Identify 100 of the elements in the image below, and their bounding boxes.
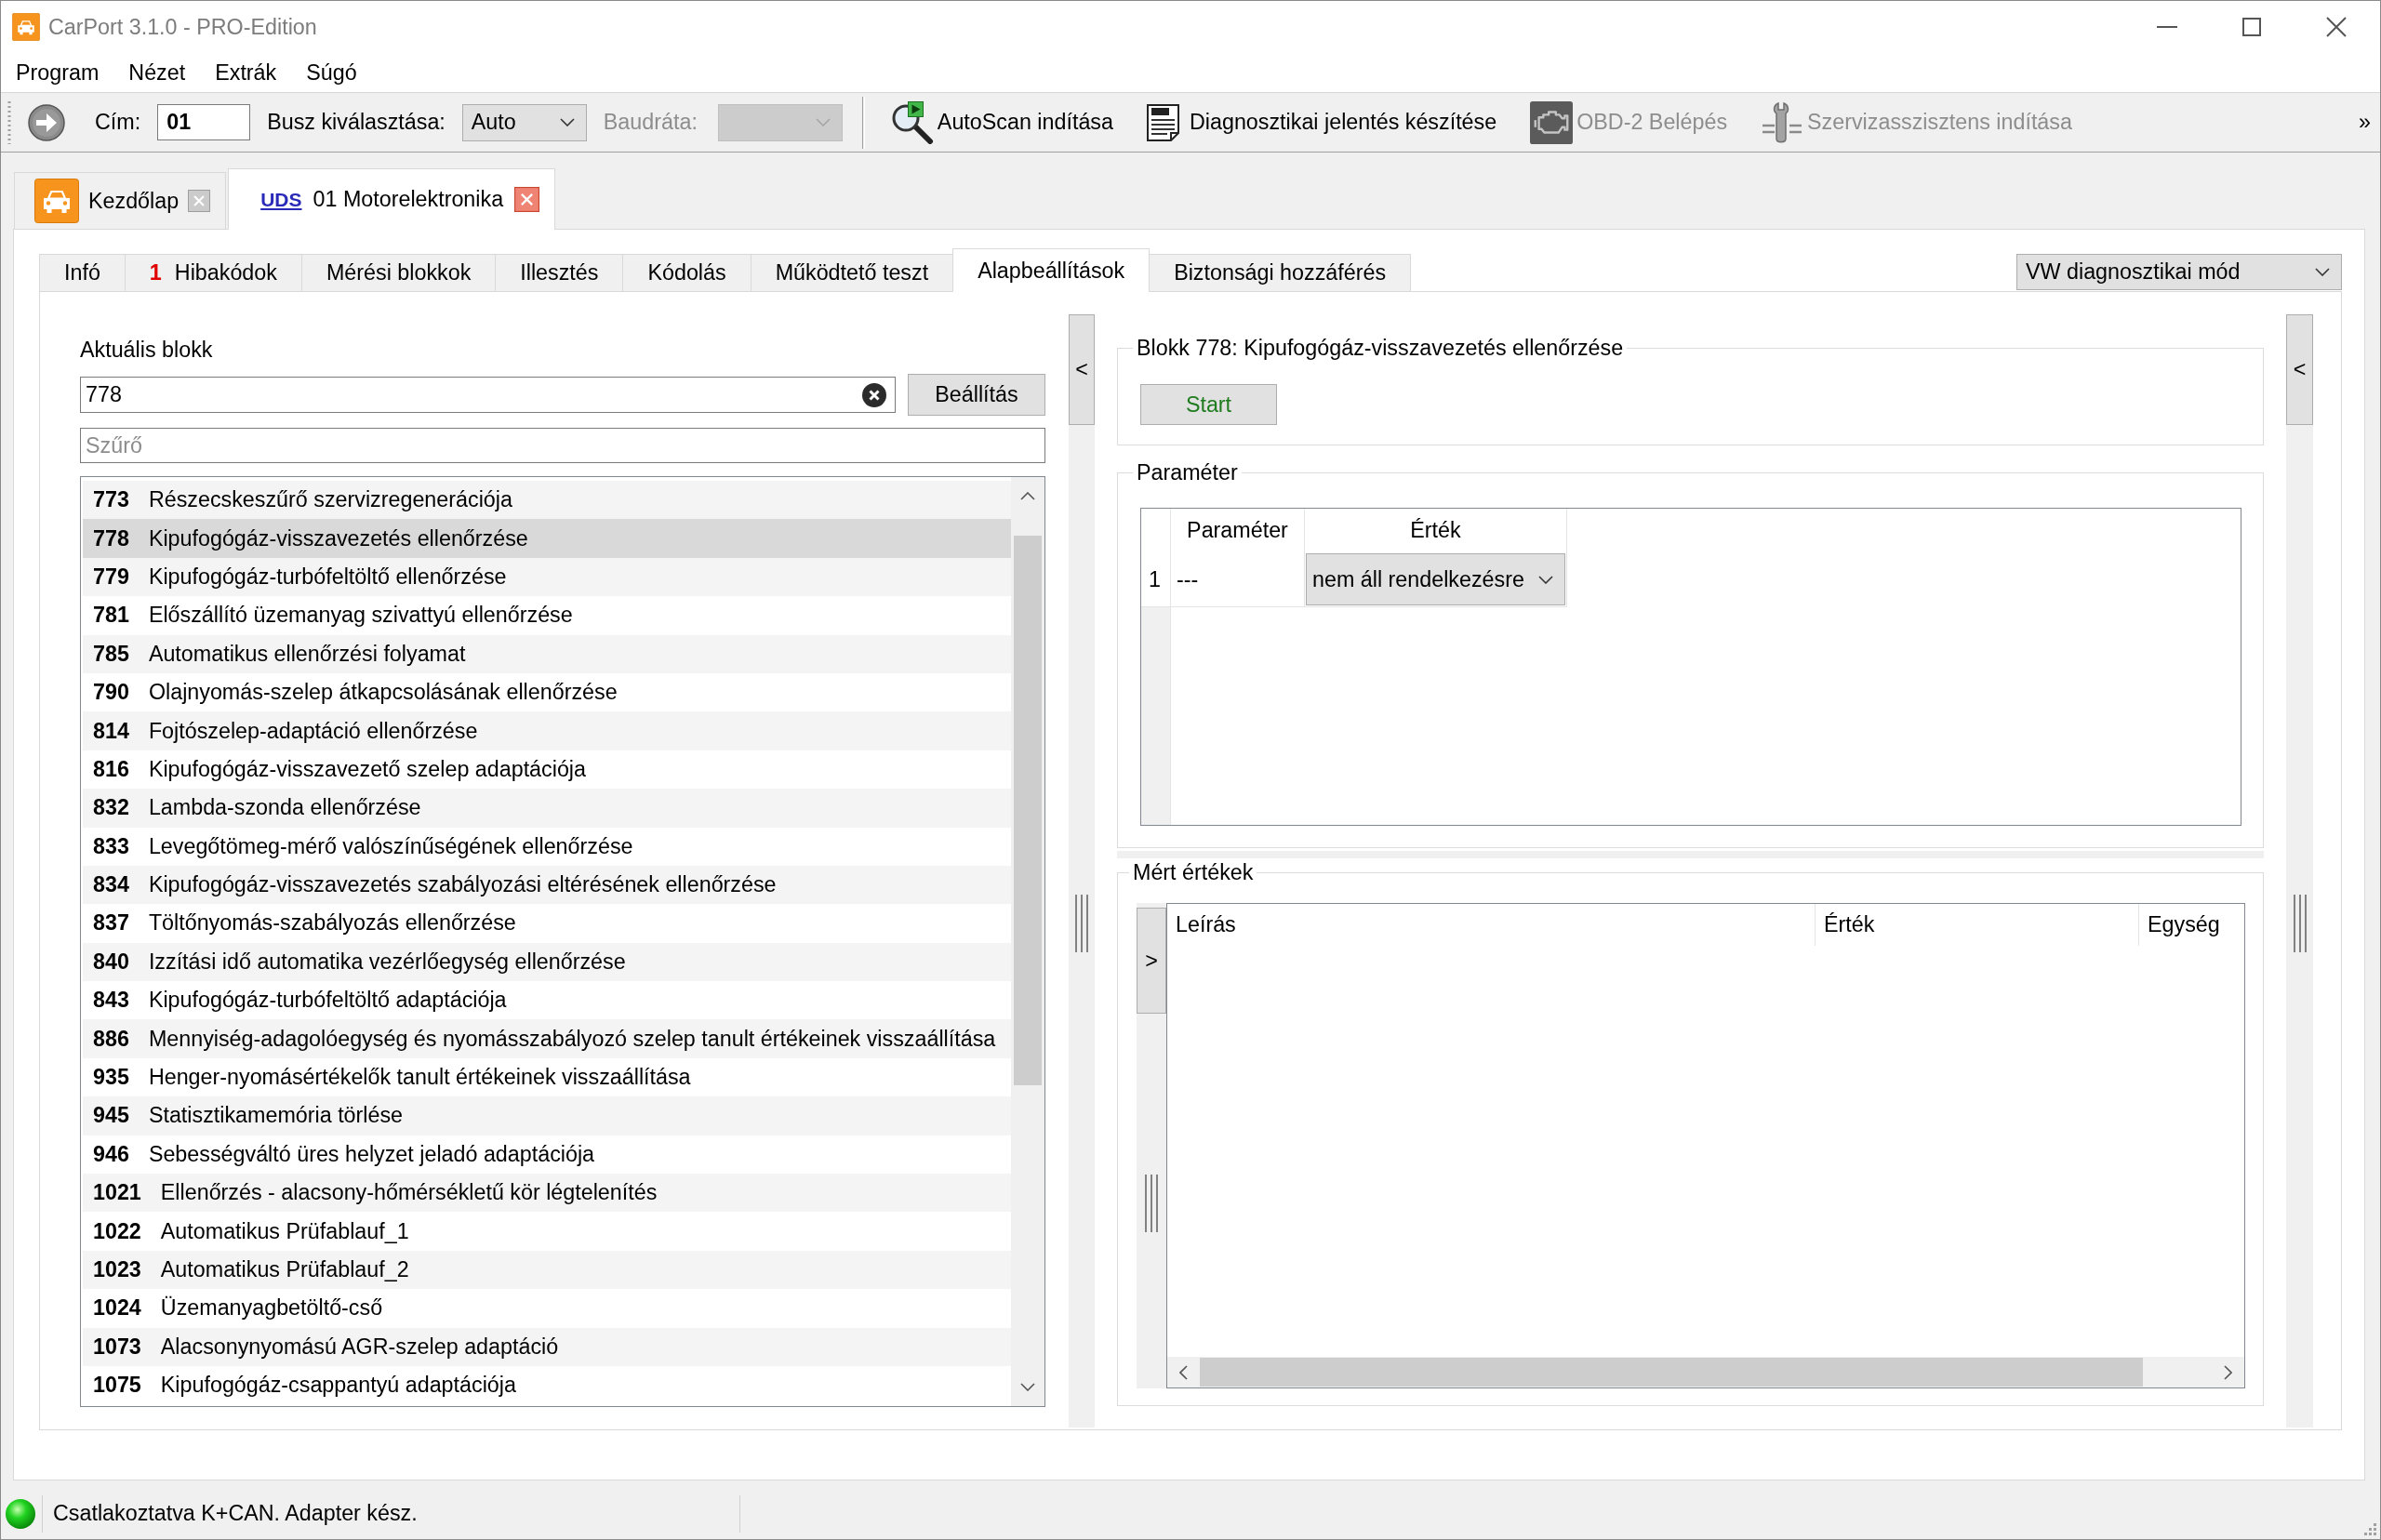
grip-icon[interactable] xyxy=(2293,895,2307,952)
block-number: 1022 xyxy=(93,1218,141,1244)
grip-icon[interactable] xyxy=(1145,1175,1158,1232)
address-field[interactable]: 01 xyxy=(157,104,251,140)
chevron-down-icon xyxy=(2315,268,2330,276)
block-number: 790 xyxy=(93,680,129,706)
list-item[interactable]: 840 Izzítási idő automatika vezérlőegység ellenőrzése xyxy=(83,942,1011,982)
block-name: Automatikus ellenőrzési folyamat xyxy=(148,641,466,667)
toolbar-button[interactable]: Diagnosztikai jelentés készítése xyxy=(1146,103,1497,141)
value-select[interactable]: nem áll rendelkezésre xyxy=(1306,553,1565,605)
toolbar-button[interactable]: AutoScan indítása xyxy=(890,100,1113,144)
chevron-down-icon xyxy=(559,118,575,126)
list-item[interactable]: 1021 Ellenőrzés - alacsony-hőmérsékletű kör légtelenítés xyxy=(83,1174,1011,1213)
baud-rate-label: Baudráta: xyxy=(603,110,698,135)
protocol-label: UDS xyxy=(260,188,302,211)
list-item[interactable]: 779 Kipufogógáz-turbófeltöltő ellenőrzése xyxy=(83,557,1011,597)
vertical-scrollbar[interactable] xyxy=(1011,477,1044,1406)
block-name: Automatikus Prüfablauf_1 xyxy=(160,1218,409,1244)
block-number: 785 xyxy=(93,641,129,667)
horizontal-scrollbar[interactable] xyxy=(1167,1357,2244,1387)
set-button[interactable]: Beállítás xyxy=(908,374,1045,416)
menu-item[interactable]: Súgó xyxy=(306,60,357,86)
block-number: 779 xyxy=(93,564,129,590)
chevron-down-icon[interactable] xyxy=(1020,1383,1035,1391)
list-item[interactable]: 832 Lambda-szonda ellenőrzése xyxy=(83,789,1011,828)
tab[interactable]: Működtető teszt xyxy=(750,254,954,291)
chevron-left-icon[interactable] xyxy=(1179,1364,1188,1380)
tab[interactable]: Alapbeállítások xyxy=(952,248,1151,292)
block-number: 833 xyxy=(93,833,129,859)
block-number: 946 xyxy=(93,1141,129,1167)
menu-item[interactable]: Nézet xyxy=(128,60,186,86)
scrollbar-thumb[interactable] xyxy=(1200,1358,2143,1387)
engine-icon xyxy=(1530,100,1574,144)
arrow-right-icon[interactable] xyxy=(28,103,65,141)
scrollbar-thumb[interactable] xyxy=(1014,536,1042,1085)
block-name: Olajnyomás-szelep átkapcsolásának ellenőrzése xyxy=(148,680,618,706)
overflow-button[interactable]: » xyxy=(2359,110,2371,135)
grip-icon xyxy=(7,100,12,144)
block-number-field[interactable]: 778 xyxy=(80,377,896,413)
block-number: 843 xyxy=(93,988,129,1014)
collapse-button[interactable]: < xyxy=(2286,314,2313,425)
document-tab[interactable]: Kezdőlap xyxy=(14,172,227,229)
start-button[interactable]: Start xyxy=(1140,384,1277,425)
list-item[interactable]: 814 Fojtószelep-adaptáció ellenőrzése xyxy=(83,711,1011,750)
group-title: Paraméter xyxy=(1136,460,1239,485)
block-name: Mennyiség-adagolóegység és nyomásszabályozó szelep tanult értékeinek visszaállítása xyxy=(148,1026,996,1052)
tab[interactable]: Illesztés xyxy=(495,254,624,291)
block-number: 1073 xyxy=(93,1334,141,1360)
column-header[interactable]: Leírás xyxy=(1167,904,1816,946)
chevron-right-icon[interactable] xyxy=(2224,1364,2232,1380)
close-icon[interactable] xyxy=(514,187,540,212)
bus-select[interactable]: Auto xyxy=(461,103,587,141)
block-name: Sebességváltó üres helyzet jeladó adaptációja xyxy=(148,1141,595,1167)
list-item[interactable]: 785 Automatikus ellenőrzési folyamat xyxy=(83,634,1011,673)
block-number: 1024 xyxy=(93,1295,141,1321)
row-number: 1 xyxy=(1141,552,1171,607)
splitter[interactable]: < xyxy=(2286,314,2313,1427)
expand-button[interactable]: > xyxy=(1137,908,1166,1014)
list-item[interactable]: 778 Kipufogógáz-visszavezetés ellenőrzése xyxy=(83,519,1011,558)
column-header[interactable]: Érték xyxy=(1816,904,2139,946)
block-name: Lambda-szonda ellenőrzése xyxy=(148,795,421,821)
collapse-button[interactable]: < xyxy=(1069,314,1095,425)
list-item[interactable]: 1073 Alacsonynyomású AGR-szelep adaptáció xyxy=(83,1327,1011,1366)
list-item[interactable]: 886 Mennyiség-adagolóegység és nyomásszabályozó szelep tanult értékeinek visszaállítása xyxy=(83,1019,1011,1058)
block-number: 935 xyxy=(93,1065,129,1091)
document-tab[interactable]: UDS 01 Motorelektronika xyxy=(228,168,556,230)
list-item[interactable]: 773 Részecskeszűrő szervizregenerációja xyxy=(83,481,1011,520)
list-item[interactable]: 834 Kipufogógáz-visszavezetés szabályozási eltérésének ellenőrzése xyxy=(83,865,1011,905)
resize-grip-icon[interactable] xyxy=(2363,1522,2376,1535)
tab[interactable]: Biztonsági hozzáférés xyxy=(1149,254,1412,291)
splitter[interactable]: < xyxy=(1069,314,1095,1427)
block-name: Levegőtömeg-mérő valószínűségének ellenőrzése xyxy=(148,833,633,859)
menu-item[interactable]: Extrák xyxy=(215,60,277,86)
car-icon xyxy=(12,13,40,41)
block-number: 773 xyxy=(93,487,129,513)
mode-select[interactable]: VW diagnosztikai mód xyxy=(2016,254,2342,290)
block-name: Kipufogógáz-turbófeltöltő ellenőrzése xyxy=(148,564,507,590)
tab[interactable]: 1 Hibakódok xyxy=(124,254,302,291)
tab[interactable]: Kódolás xyxy=(622,254,752,291)
tab[interactable]: Infó xyxy=(39,254,126,291)
block-name: Ellenőrzés - alacsony-hőmérsékletű kör légtelenítés xyxy=(160,1180,658,1206)
column-header[interactable]: Egység xyxy=(2139,904,2244,946)
block-name: Henger-nyomásértékelők tanult értékeinek visszaállítása xyxy=(148,1065,691,1091)
block-number: 834 xyxy=(93,872,129,898)
list-item[interactable]: 1023 Automatikus Prüfablauf_2 xyxy=(83,1250,1011,1290)
grip-icon[interactable] xyxy=(1075,895,1088,952)
block-number: 840 xyxy=(93,949,129,975)
error-count: 1 xyxy=(149,260,162,285)
close-icon[interactable] xyxy=(2326,17,2347,37)
address-label: Cím: xyxy=(95,110,141,135)
tab[interactable]: Mérési blokkok xyxy=(300,254,497,291)
list-item[interactable]: 945 Statisztikamemória törlése xyxy=(83,1096,1011,1135)
menu-item[interactable]: Program xyxy=(16,60,100,86)
maximize-icon[interactable] xyxy=(2242,18,2261,36)
chevron-up-icon[interactable] xyxy=(1020,492,1035,500)
block-number: 1023 xyxy=(93,1257,141,1282)
clear-icon[interactable] xyxy=(862,382,886,407)
block-name: Kipufogógáz-visszavezetés ellenőrzése xyxy=(148,525,528,551)
chevron-down-icon xyxy=(815,118,831,126)
block-name: Automatikus Prüfablauf_2 xyxy=(160,1257,409,1282)
